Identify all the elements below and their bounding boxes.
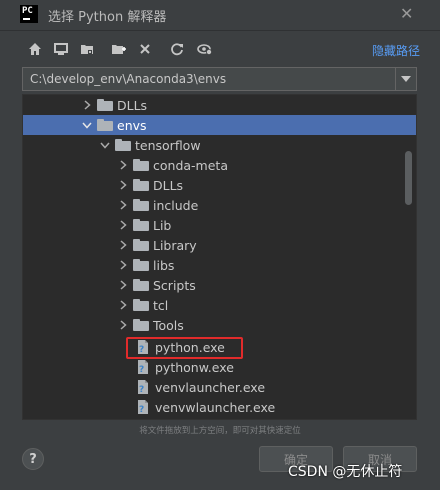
tree-item-label: DLLs	[153, 177, 184, 193]
tree-item-dlls[interactable]: DLLs	[23, 175, 416, 195]
divider	[0, 30, 440, 31]
pythonw-exe-file-icon: ?	[138, 360, 148, 375]
file-tree[interactable]: DLLs envs tensorflow conda-meta DLLs inc…	[22, 94, 417, 420]
chevron-down-icon[interactable]	[81, 115, 93, 135]
drop-hint-text: 将文件拖放到上方空间，即可对其快速定位	[139, 426, 301, 436]
window-title: 选择 Python 解释器	[48, 10, 167, 25]
tree-item-include[interactable]: include	[23, 195, 416, 215]
path-value: C:\develop_env\Anaconda3\envs	[30, 72, 227, 86]
chevron-right-icon[interactable]	[81, 95, 93, 115]
tree-item-label: envs	[117, 117, 147, 133]
new-folder-icon[interactable]	[110, 40, 128, 58]
tree-item-label: Library	[153, 237, 197, 253]
chevron-right-icon[interactable]	[117, 235, 129, 255]
chevron-right-icon[interactable]	[117, 255, 129, 275]
close-icon[interactable]: ✕	[400, 4, 413, 23]
chevron-right-icon[interactable]	[117, 215, 129, 235]
venvlauncher-exe-file-icon: ?	[138, 380, 148, 395]
chevron-right-icon[interactable]	[117, 155, 129, 175]
chevron-right-icon[interactable]	[117, 275, 129, 295]
folder-icon	[133, 159, 149, 171]
venvwlauncher-exe-file-icon: ?	[138, 400, 148, 415]
tree-item-tools[interactable]: Tools	[23, 315, 416, 335]
pycharm-logo-icon: PC	[20, 5, 38, 23]
svg-text:?: ?	[139, 365, 144, 375]
tree-item-label: libs	[153, 257, 175, 273]
tree-item-pythonw-exe[interactable]: ? pythonw.exe	[23, 357, 416, 377]
chevron-down-icon[interactable]	[395, 68, 416, 90]
chevron-right-icon[interactable]	[117, 175, 129, 195]
chevron-right-icon[interactable]	[117, 315, 129, 335]
tree-item-tcl[interactable]: tcl	[23, 295, 416, 315]
title-bar: PC 选择 Python 解释器 ✕	[0, 0, 440, 30]
folder-icon	[97, 99, 113, 111]
path-input[interactable]: C:\develop_env\Anaconda3\envs	[22, 67, 417, 91]
refresh-icon[interactable]	[168, 40, 186, 58]
highlight-annotation	[126, 337, 243, 359]
folder-icon	[133, 299, 149, 311]
folder-icon	[133, 239, 149, 251]
folder-icon	[133, 179, 149, 191]
tree-item-label: pythonw.exe	[155, 359, 234, 375]
tree-item-label: venvlauncher.exe	[155, 379, 266, 395]
tree-item-label: tcl	[153, 297, 169, 313]
tree-item-label: conda-meta	[153, 157, 228, 173]
hide-path-link[interactable]: 隐藏路径	[372, 42, 420, 59]
tree-item-dlls[interactable]: DLLs	[23, 95, 416, 115]
folder-icon	[133, 199, 149, 211]
tree-item-label: Tools	[153, 317, 184, 333]
tree-item-lib[interactable]: Lib	[23, 215, 416, 235]
watermark-text: CSDN @无休止符	[288, 464, 403, 480]
folder-icon	[133, 319, 149, 331]
tree-item-venvlauncher-exe[interactable]: ? venvlauncher.exe	[23, 377, 416, 397]
svg-text:?: ?	[139, 405, 144, 415]
tree-item-label: tensorflow	[135, 137, 201, 153]
folder-icon	[133, 259, 149, 271]
tree-item-label: Scripts	[153, 277, 196, 293]
show-hidden-icon[interactable]	[196, 40, 214, 58]
tree-scrollbar[interactable]	[405, 151, 412, 205]
home-icon[interactable]	[26, 40, 44, 58]
tree-item-conda-meta[interactable]: conda-meta	[23, 155, 416, 175]
chevron-right-icon[interactable]	[117, 195, 129, 215]
chevron-right-icon[interactable]	[117, 295, 129, 315]
tree-item-label: Lib	[153, 217, 172, 233]
folder-icon	[115, 139, 131, 151]
folder-icon	[133, 279, 149, 291]
tree-item-label: DLLs	[117, 97, 148, 113]
delete-icon[interactable]	[136, 40, 154, 58]
folder-icon	[97, 119, 113, 131]
tree-item-library[interactable]: Library	[23, 235, 416, 255]
tree-item-venvwlauncher-exe[interactable]: ? venvwlauncher.exe	[23, 397, 416, 417]
tree-item-libs[interactable]: libs	[23, 255, 416, 275]
help-button[interactable]: ?	[22, 448, 44, 470]
tree-item-envs[interactable]: envs	[23, 115, 416, 135]
folder-icon	[133, 219, 149, 231]
project-folder-icon[interactable]	[78, 40, 96, 58]
tree-item-label: include	[153, 197, 199, 213]
desktop-icon[interactable]	[52, 40, 70, 58]
tree-item-scripts[interactable]: Scripts	[23, 275, 416, 295]
chevron-down-icon[interactable]	[99, 135, 111, 155]
svg-text:?: ?	[139, 385, 144, 395]
tree-item-tensorflow[interactable]: tensorflow	[23, 135, 416, 155]
tree-item-label: venvwlauncher.exe	[155, 399, 276, 415]
